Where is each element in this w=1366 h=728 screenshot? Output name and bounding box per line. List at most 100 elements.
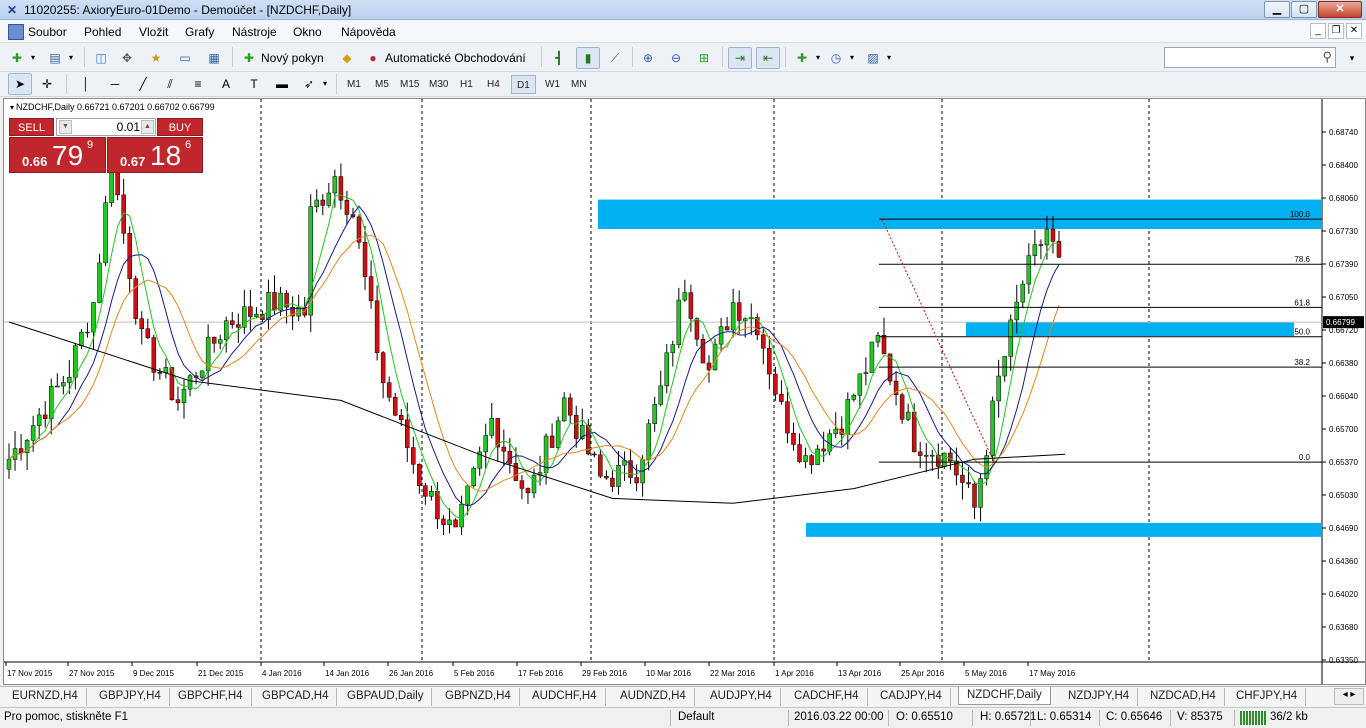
tab-nzdjpy-h4[interactable]: NZDJPY,H4 xyxy=(1060,688,1139,706)
chart-shift-button[interactable]: ⇤ xyxy=(756,47,780,69)
candle-body xyxy=(851,395,857,400)
candle-body xyxy=(1020,283,1026,303)
status-bar: Pro pomoc, stiskněte F1 Default 2016.03.… xyxy=(0,707,1366,728)
timeframe-mn[interactable]: MN xyxy=(566,75,592,94)
toolbar-options-button[interactable]: ▾ xyxy=(1341,47,1363,69)
text-button[interactable]: A xyxy=(215,73,237,95)
close-button[interactable]: ✕ xyxy=(1318,1,1362,18)
maximize-button[interactable]: ▢ xyxy=(1291,1,1317,18)
candle-body xyxy=(109,170,114,203)
tab-scroll-icon[interactable]: ◂ ▸ xyxy=(1334,688,1364,705)
menu-vlozit[interactable]: Vložit xyxy=(139,25,168,39)
rectangle-button[interactable]: ▬ xyxy=(271,73,293,95)
mdi-minimize-button[interactable]: _ xyxy=(1310,23,1326,39)
tab-audchf-h4[interactable]: AUDCHF,H4 xyxy=(524,688,606,706)
status-help: Pro pomoc, stiskněte F1 xyxy=(4,711,128,723)
lot-decrease-icon[interactable]: ▼ xyxy=(59,120,72,134)
trendline-button[interactable]: ╱ xyxy=(132,73,154,95)
market-watch-button[interactable]: ◫ xyxy=(90,47,112,69)
tab-gbpjpy-h4[interactable]: GBPJPY,H4 xyxy=(91,688,170,706)
candle-body xyxy=(1014,301,1020,321)
auto-trading-button[interactable]: ● Automatické Obchodování xyxy=(362,47,529,69)
candlestick-button[interactable]: ▮ xyxy=(576,47,600,69)
price-chart[interactable]: 100.0 78.6 61.8 50.0 38.2 0.0 0.68740 0.68400 0.… xyxy=(4,99,1365,684)
lot-size-value[interactable]: 0.01 xyxy=(74,120,140,134)
bar-chart-button[interactable]: ┫ xyxy=(548,47,570,69)
text-label-button[interactable]: T xyxy=(243,73,265,95)
bid-price[interactable]: 0.66 79 9 xyxy=(9,137,106,173)
fibonacci-icon: ≡ xyxy=(194,77,202,91)
tab-gbpaud-daily[interactable]: GBPAUD,Daily xyxy=(339,688,433,706)
timeframe-m5[interactable]: M5 xyxy=(370,75,394,94)
menu-grafy[interactable]: Grafy xyxy=(185,25,214,39)
arrows-button[interactable]: ➶ ▾ xyxy=(298,73,332,95)
lot-size-field[interactable]: ▼ 0.01 ▲ xyxy=(56,118,156,136)
profiles-button[interactable]: ▤ ▾ xyxy=(44,47,78,69)
candle-body xyxy=(899,394,905,420)
search-input[interactable]: ⚲ xyxy=(1164,47,1336,68)
fibonacci-button[interactable]: ≡ xyxy=(187,73,209,95)
menu-okno[interactable]: Okno xyxy=(293,25,322,39)
candle-body xyxy=(525,488,531,494)
chart-window[interactable]: 100.0 78.6 61.8 50.0 38.2 0.0 0.68740 0.68400 0.… xyxy=(3,98,1366,685)
vertical-line-button[interactable]: │ xyxy=(75,73,97,95)
channel-button[interactable]: ⫽ xyxy=(159,73,181,95)
chart-window-icon[interactable] xyxy=(8,24,24,40)
crosshair-button[interactable]: ✛ xyxy=(36,73,58,95)
search-icon: ⚲ xyxy=(1322,49,1332,64)
tab-gbpchf-h4[interactable]: GBPCHF,H4 xyxy=(170,688,252,706)
terminal-button[interactable]: ▭ xyxy=(174,47,196,69)
timeframe-d1[interactable]: D1 xyxy=(511,75,536,94)
menu-soubor[interactable]: Soubor xyxy=(28,25,67,39)
sell-button[interactable]: SELL xyxy=(9,118,54,136)
new-chart-button[interactable]: ✚ ▾ xyxy=(6,47,40,69)
new-order-button[interactable]: ✚ Nový pokyn xyxy=(238,47,327,69)
zoom-in-button[interactable]: ⊕ xyxy=(637,47,659,69)
time-axis-label: 17 Feb 2016 xyxy=(518,669,563,678)
data-window-button[interactable]: ✥ xyxy=(116,47,138,69)
templates-button[interactable]: ▨ ▾ xyxy=(862,47,896,69)
tab-gbpnzd-h4[interactable]: GBPNZD,H4 xyxy=(437,688,520,706)
tab-chfjpy-h4[interactable]: CHFJPY,H4 xyxy=(1228,688,1307,706)
timeframe-w1[interactable]: W1 xyxy=(540,75,565,94)
tab-eurnzd-h4[interactable]: EURNZD,H4 xyxy=(4,688,87,706)
candle-body xyxy=(863,372,869,375)
buy-button[interactable]: BUY xyxy=(157,118,203,136)
timeframe-m30[interactable]: M30 xyxy=(424,75,453,94)
price-axis-label: 0.64690 xyxy=(1329,524,1358,533)
menu-napoveda[interactable]: Nápověda xyxy=(341,25,396,39)
menu-nastroje[interactable]: Nástroje xyxy=(232,25,277,39)
menu-pohled[interactable]: Pohled xyxy=(84,25,121,39)
fibonacci-trend-line xyxy=(881,218,995,463)
zoom-out-button[interactable]: ⊖ xyxy=(665,47,687,69)
line-chart-button[interactable]: ⟋ xyxy=(604,47,626,69)
timeframe-m15[interactable]: M15 xyxy=(395,75,424,94)
candle-body xyxy=(441,518,446,525)
tab-nzdcad-h4[interactable]: NZDCAD,H4 xyxy=(1142,688,1225,706)
mdi-close-button[interactable]: ✕ xyxy=(1346,23,1362,39)
autoscroll-button[interactable]: ⇥ xyxy=(728,47,752,69)
ask-price[interactable]: 0.67 18 6 xyxy=(107,137,203,173)
lot-increase-icon[interactable]: ▲ xyxy=(141,120,154,134)
indicators-button[interactable]: ✚ ▾ xyxy=(791,47,825,69)
mdi-restore-button[interactable]: ❐ xyxy=(1328,23,1344,39)
tab-audjpy-h4[interactable]: AUDJPY,H4 xyxy=(702,688,781,706)
timeframe-h1[interactable]: H1 xyxy=(455,75,478,94)
candle-body xyxy=(803,455,808,462)
tile-windows-button[interactable]: ⊞ xyxy=(693,47,715,69)
tab-cadjpy-h4[interactable]: CADJPY,H4 xyxy=(872,688,951,706)
timeframe-m1[interactable]: M1 xyxy=(342,75,366,94)
tab-nzdchf-daily[interactable]: NZDCHF,Daily xyxy=(958,687,1051,705)
tab-cadchf-h4[interactable]: CADCHF,H4 xyxy=(786,688,868,706)
metaeditor-button[interactable]: ◆ xyxy=(336,47,358,69)
tab-gbpcad-h4[interactable]: GBPCAD,H4 xyxy=(254,688,338,706)
navigator-button[interactable]: ★ xyxy=(145,47,167,69)
periods-button[interactable]: ◷ ▾ xyxy=(825,47,859,69)
strategy-tester-button[interactable]: ▦ xyxy=(203,47,225,69)
tab-audnzd-h4[interactable]: AUDNZD,H4 xyxy=(612,688,695,706)
minimize-button[interactable]: ▁ xyxy=(1264,1,1290,18)
timeframe-h4[interactable]: H4 xyxy=(482,75,505,94)
cursor-button[interactable]: ➤ xyxy=(8,73,32,95)
horizontal-line-button[interactable]: ─ xyxy=(104,73,126,95)
candle-body xyxy=(513,463,519,481)
